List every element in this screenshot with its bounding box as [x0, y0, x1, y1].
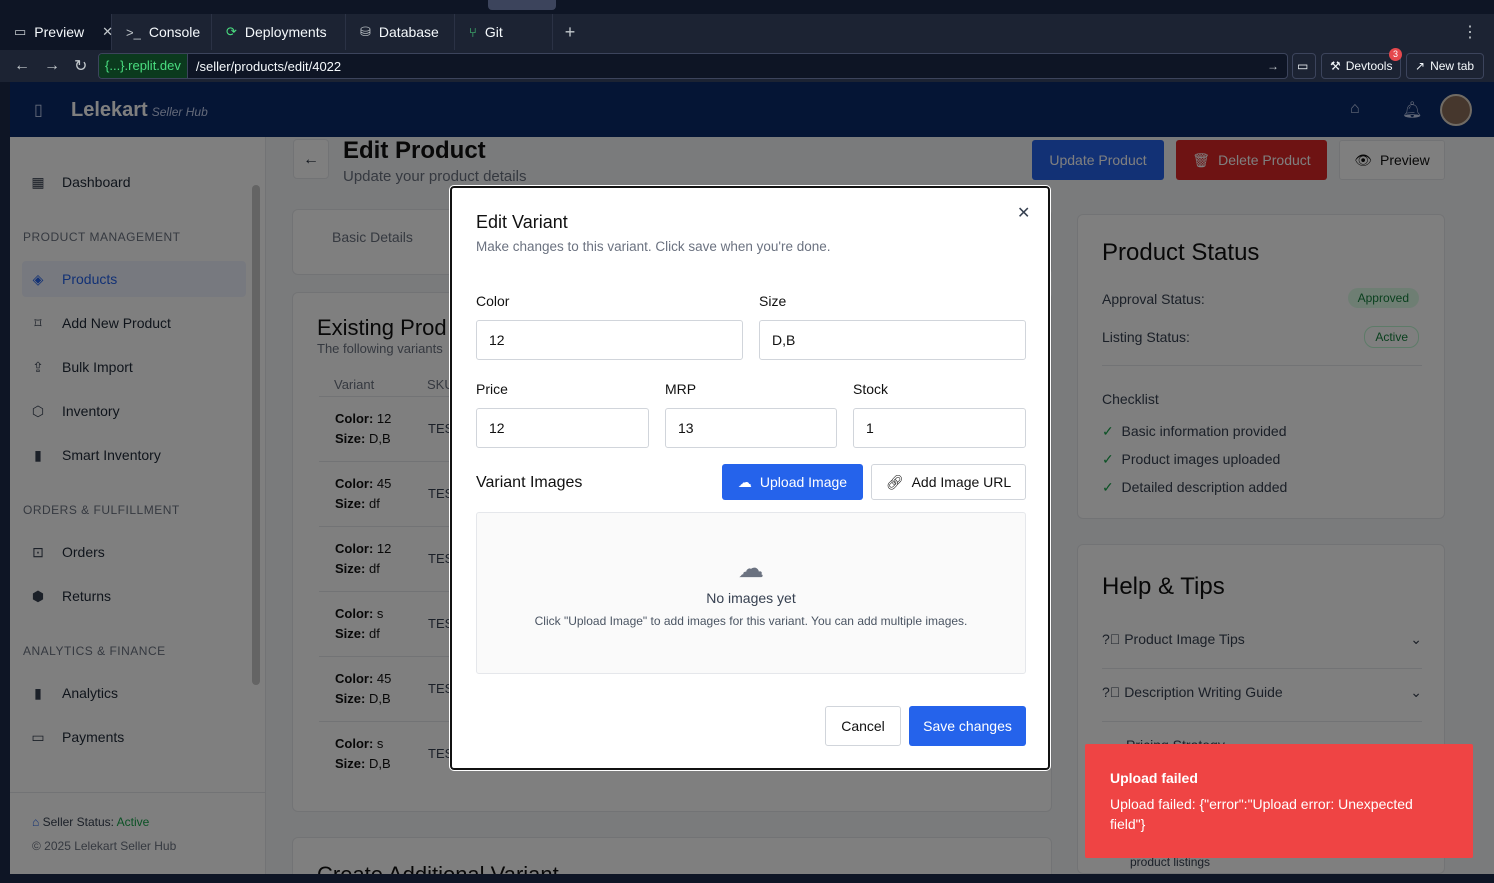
more-icon[interactable]: ⋮	[1462, 22, 1478, 42]
tab-console[interactable]: >_ Console	[112, 14, 212, 50]
mrp-label: MRP	[665, 381, 697, 397]
add-tab-button[interactable]: +	[553, 22, 587, 43]
device-button[interactable]: ▭	[1292, 53, 1316, 79]
devtools-label: Devtools	[1345, 59, 1393, 73]
terminal-icon: >_	[126, 24, 141, 40]
mrp-field[interactable]: 13	[665, 408, 837, 448]
color-label: Color	[476, 293, 510, 309]
edit-variant-dialog: Edit Variant Make changes to this varian…	[449, 185, 1051, 771]
new-tab-button[interactable]: ↗ New tab	[1406, 53, 1484, 79]
tab-label: Git	[484, 24, 503, 40]
cancel-button[interactable]: Cancel	[825, 706, 901, 746]
url-input[interactable]: {...}.replit.dev /seller/products/edit/4…	[98, 53, 1288, 79]
tab-label: Preview	[34, 24, 85, 40]
upload-label: Upload Image	[759, 474, 848, 490]
price-label: Price	[476, 381, 508, 397]
tab-label: Console	[148, 24, 201, 40]
back-icon[interactable]: ←	[14, 57, 30, 75]
tab-database[interactable]: ⛁ Database	[346, 14, 455, 50]
tab-git[interactable]: ⑂ Git	[455, 14, 553, 50]
url-host: {...}.replit.dev	[99, 54, 188, 78]
dialog-description: Make changes to this variant. Click save…	[476, 239, 831, 254]
size-field[interactable]: D,B	[759, 320, 1026, 360]
stock-field[interactable]: 1	[853, 408, 1026, 448]
forward-icon[interactable]: →	[44, 57, 60, 75]
devtools-button[interactable]: ⚒ Devtools 3	[1321, 48, 1402, 79]
dialog-title: Edit Variant	[476, 212, 568, 232]
error-toast[interactable]: Upload failed Upload failed: {"error":"U…	[1085, 744, 1473, 858]
size-label: Size	[759, 293, 787, 309]
upload-image-button[interactable]: ☁︎ Upload Image	[722, 464, 863, 500]
tab-label: Database	[378, 24, 439, 40]
cloud-upload-icon: ☁︎	[738, 553, 764, 583]
git-icon: ⑂	[469, 24, 477, 40]
empty-title: No images yet	[706, 590, 796, 606]
link-icon: 🔗︎	[885, 473, 904, 490]
run-pill[interactable]	[488, 0, 556, 10]
database-icon: ⛁	[360, 24, 371, 39]
stock-label: Stock	[853, 381, 889, 397]
toast-message: Upload failed: {"error":"Upload error: U…	[1110, 796, 1413, 832]
image-dropzone[interactable]: ☁︎ No images yet Click "Upload Image" to…	[476, 512, 1026, 674]
add-image-url-button[interactable]: 🔗︎ Add Image URL	[871, 464, 1026, 500]
cloud-upload-icon: ☁︎	[737, 473, 752, 490]
ide-url-bar: ← → ↻ {...}.replit.dev /seller/products/…	[0, 48, 1494, 82]
reload-icon[interactable]: ↻	[74, 56, 87, 76]
toast-title: Upload failed	[1110, 770, 1198, 786]
go-icon[interactable]: →	[1267, 59, 1287, 73]
new-tab-label: New tab	[1430, 59, 1475, 73]
tab-deployments[interactable]: ⟳ Deployments	[212, 14, 346, 50]
price-field[interactable]: 12	[476, 408, 649, 448]
variant-images-title: Variant Images	[476, 474, 583, 491]
deploy-icon: ⟳	[226, 24, 237, 39]
wrench-icon: ⚒	[1330, 59, 1341, 73]
tab-preview[interactable]: ▭ Preview ✕	[0, 14, 113, 50]
devtools-badge: 3	[1389, 48, 1402, 61]
ide-tab-bar: ▭ Preview ✕ >_ Console ⟳ Deployments ⛁ D…	[0, 14, 1494, 50]
close-icon[interactable]: ✕	[1017, 203, 1030, 223]
ide-top-strip	[0, 0, 1494, 14]
external-link-icon: ↗	[1415, 59, 1426, 73]
url-path: /seller/products/edit/4022	[195, 58, 342, 74]
color-field[interactable]: 12	[476, 320, 743, 360]
add-url-label: Add Image URL	[911, 474, 1012, 490]
save-changes-button[interactable]: Save changes	[909, 706, 1026, 746]
monitor-icon: ▭	[14, 24, 27, 39]
tab-label: Deployments	[244, 24, 327, 40]
empty-hint: Click "Upload Image" to add images for t…	[534, 614, 968, 628]
